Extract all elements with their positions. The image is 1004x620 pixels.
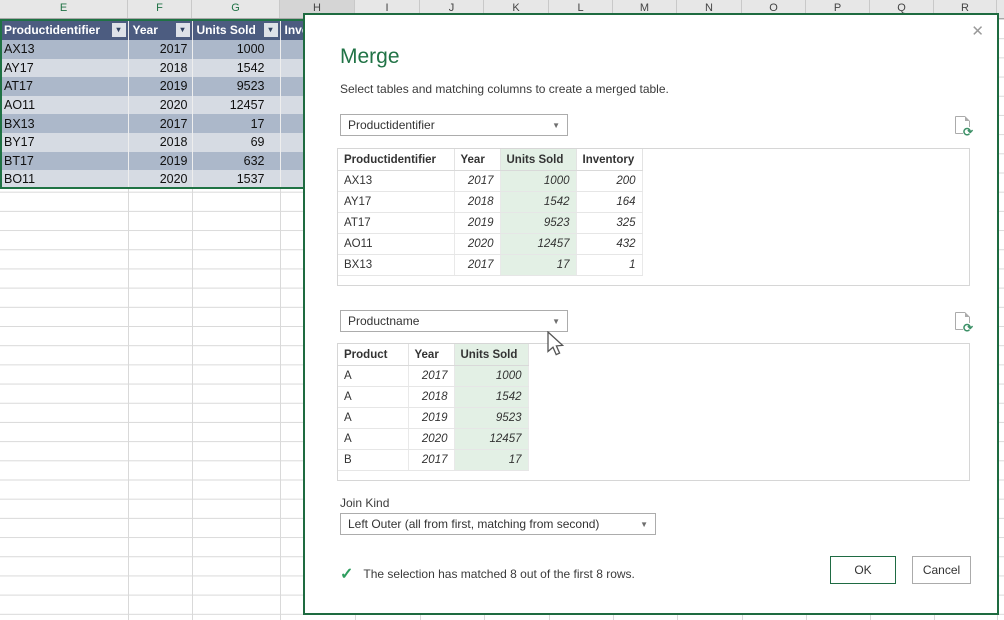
preview-table-row: A20181542 xyxy=(338,387,528,408)
preview-table-row: AO11202012457432 xyxy=(338,234,642,255)
preview-table-row: A202012457 xyxy=(338,429,528,450)
preview-column-header[interactable]: Productidentifier xyxy=(338,149,454,171)
preview-column-header[interactable]: Units Sold xyxy=(500,149,576,171)
refresh-arrow-icon: ⟳ xyxy=(963,323,973,334)
excel-table-row[interactable]: BT172019632 xyxy=(0,152,303,171)
second-table-select[interactable]: Productname ▼ xyxy=(340,310,568,332)
dialog-subtitle: Select tables and matching columns to cr… xyxy=(340,82,669,96)
column-header-F[interactable]: F xyxy=(128,0,192,18)
preview-table-row: BX132017171 xyxy=(338,255,642,276)
excel-column-header: Productidentifier▾ xyxy=(0,19,128,40)
chevron-down-icon: ▼ xyxy=(552,317,560,326)
excel-table-row[interactable]: BO1120201537 xyxy=(0,170,303,189)
excel-table-row[interactable]: BX13201717 xyxy=(0,114,303,133)
chevron-down-icon: ▼ xyxy=(552,121,560,130)
screen: EFGHIJKLMNOPQR Productidentifier▾Year▾Un… xyxy=(0,0,1004,620)
filter-dropdown-icon[interactable]: ▾ xyxy=(264,23,278,37)
filter-dropdown-icon[interactable]: ▾ xyxy=(176,23,190,37)
chevron-down-icon: ▼ xyxy=(640,520,648,529)
excel-table-row[interactable]: AO11202012457 xyxy=(0,96,303,115)
preview-table-row: AX1320171000200 xyxy=(338,171,642,192)
first-table-select-value: Productidentifier xyxy=(348,118,435,132)
first-table-select[interactable]: Productidentifier ▼ xyxy=(340,114,568,136)
merge-dialog: ✕ Merge Select tables and matching colum… xyxy=(303,13,999,615)
join-kind-select[interactable]: Left Outer (all from first, matching fro… xyxy=(340,513,656,535)
excel-table-row[interactable]: AX1320171000 xyxy=(0,40,303,59)
refresh-preview-icon[interactable]: ⟳ xyxy=(955,116,970,134)
excel-table-row[interactable]: BY17201869 xyxy=(0,133,303,152)
preview-table-row: B201717 xyxy=(338,450,528,471)
refresh-preview-icon[interactable]: ⟳ xyxy=(955,312,970,330)
preview-table-row: A20171000 xyxy=(338,366,528,387)
excel-column-header: Inventory▾ xyxy=(280,19,303,40)
second-table-select-value: Productname xyxy=(348,314,419,328)
second-table-preview: ProductYearUnits SoldA20171000A20181542A… xyxy=(337,343,970,481)
close-icon[interactable]: ✕ xyxy=(971,22,984,40)
check-icon: ✓ xyxy=(340,564,353,584)
filter-dropdown-icon[interactable]: ▾ xyxy=(112,23,126,37)
status-text: The selection has matched 8 out of the f… xyxy=(363,567,634,581)
join-kind-value: Left Outer (all from first, matching fro… xyxy=(348,517,599,531)
preview-column-header[interactable]: Year xyxy=(454,149,500,171)
preview-table-row: AY1720181542164 xyxy=(338,192,642,213)
excel-column-header: Units Sold▾ xyxy=(192,19,280,40)
preview-column-header[interactable]: Year xyxy=(408,344,454,366)
excel-table-row[interactable]: AT1720199523 xyxy=(0,77,303,96)
refresh-arrow-icon: ⟳ xyxy=(963,127,973,138)
excel-column-header: Year▾ xyxy=(128,19,192,40)
excel-table-row[interactable]: AY1720181542 xyxy=(0,59,303,78)
preview-column-header[interactable]: Product xyxy=(338,344,408,366)
ok-button[interactable]: OK xyxy=(830,556,896,584)
column-header-G[interactable]: G xyxy=(192,0,280,18)
preview-table-row: A20199523 xyxy=(338,408,528,429)
match-status: ✓ The selection has matched 8 out of the… xyxy=(340,564,635,584)
excel-table: Productidentifier▾Year▾Units Sold▾Invent… xyxy=(0,19,303,189)
dialog-title: Merge xyxy=(340,45,400,69)
preview-column-header[interactable]: Inventory xyxy=(576,149,642,171)
page-fold xyxy=(965,116,970,121)
column-header-E[interactable]: E xyxy=(0,0,128,18)
join-kind-label: Join Kind xyxy=(340,496,389,510)
first-table-preview: ProductidentifierYearUnits SoldInventory… xyxy=(337,148,970,286)
cancel-button[interactable]: Cancel xyxy=(912,556,971,584)
page-fold xyxy=(965,312,970,317)
preview-column-header[interactable]: Units Sold xyxy=(454,344,528,366)
preview-table-row: AT1720199523325 xyxy=(338,213,642,234)
